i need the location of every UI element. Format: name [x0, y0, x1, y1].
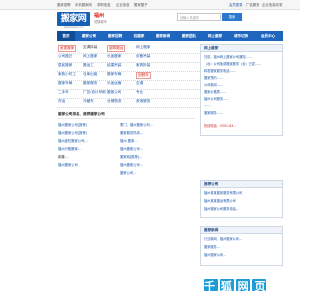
nav-teams[interactable]: 搬家团队: [177, 31, 201, 41]
notice-line[interactable]: 搬家价格表……: [204, 89, 282, 94]
search-input[interactable]: 请输入关键字: [177, 13, 221, 21]
city-switch-link[interactable]: 切换城市: [94, 19, 107, 24]
recommend-line[interactable]: 福州搬家公司服务电话…: [204, 206, 282, 211]
ad-link[interactable]: 广告服务: [246, 2, 260, 7]
site-logo[interactable]: 搬家网: [57, 12, 90, 26]
category-link[interactable]: 货运: [58, 99, 65, 104]
news-line[interactable]: 福州搬家公司…: [204, 252, 282, 257]
recommend-box: 推荐公司 福州某某搬家服务有限公司 福州某某搬运有限公司 福州搬家公司服务电话…: [200, 180, 283, 218]
left-col-line[interactable]: 新疆…: [58, 154, 118, 159]
left-col-line[interactable]: 福州搬家公司[推荐]: [58, 122, 118, 127]
category-link[interactable]: 仓储物流: [107, 99, 121, 104]
notice-line[interactable]: 搬家服务……: [204, 110, 282, 115]
nav-online[interactable]: 网上搬家: [203, 31, 227, 41]
hot-phone: 热线电话：0591-83…: [204, 124, 237, 128]
category-link[interactable]: 设备吊装: [136, 54, 150, 59]
nav-jobs[interactable]: 搬家招聘: [103, 31, 127, 41]
mid-col-line[interactable]: 搬家网[推荐]…: [120, 154, 196, 159]
category-link[interactable]: 二手车: [58, 90, 69, 95]
mid-col-line[interactable]: 福州 搬家…: [120, 138, 196, 143]
category-link[interactable]: 搬运工: [83, 63, 94, 68]
category-link[interactable]: 网上搬家: [83, 54, 97, 59]
logo-url: www.banjia.com: [63, 26, 84, 29]
notice-line[interactable]: 福州公司服务……: [204, 96, 282, 101]
mid-col-line[interactable]: 福州搬家公司…: [120, 146, 196, 151]
mid-col-line[interactable]: 福州搬家公司…: [120, 162, 196, 167]
nav-member[interactable]: 会员中心: [255, 31, 281, 41]
top-link[interactable]: 手机搬家网: [75, 2, 92, 7]
notice-box: 网上搬家 日前，福州网上搬家公司通知…… （台）公司免费搬家服务（台）已发…… …: [200, 44, 283, 136]
notice-line[interactable]: 公司新闻……: [204, 82, 282, 87]
category-link[interactable]: 钢琴搬运: [107, 44, 126, 52]
category-link[interactable]: 搬家车辆: [107, 72, 121, 77]
recommend-line[interactable]: 福州某某搬运有限公司: [204, 198, 282, 203]
left-col-line[interactable]: 福州搬家公司[推荐]: [58, 130, 118, 135]
category-link[interactable]: 起重吊装: [107, 63, 121, 68]
left-col-title: 搬家公司排名、推荐搬家公司: [58, 112, 105, 116]
search-button[interactable]: 搜索: [222, 13, 242, 21]
watermark-text: 千 狐 网 页: [204, 280, 267, 293]
top-bar: 搬家招聘 手机搬家网 求职信息 企业信息 搬家圈子 会员登录 广告服务 企业信息…: [0, 0, 300, 10]
category-link[interactable]: 仓库出租: [83, 72, 97, 77]
top-link[interactable]: 搬家招聘: [57, 2, 71, 7]
left-col-line[interactable]: 福州搬家公司: [58, 162, 118, 167]
nav-companies[interactable]: 搬家公司: [77, 31, 101, 41]
category-link[interactable]: 其他服务: [136, 99, 150, 104]
category-link[interactable]: 广告/设计印刷: [83, 90, 106, 95]
category-link[interactable]: 家居搬家: [58, 44, 77, 52]
category-link[interactable]: 空调: [136, 81, 143, 86]
category-link[interactable]: 专业: [136, 90, 143, 95]
notice-line[interactable]: （台）公司免费搬家服务（台）已发……: [204, 61, 282, 66]
nav-city[interactable]: 城市切换: [229, 31, 253, 41]
notice-line[interactable]: 日前，福州网上搬家公司通知……: [204, 54, 282, 59]
category-link[interactable]: 网上搬家: [136, 45, 150, 50]
news-box: 搬家新闻 行业新闻、福州搬家公司… 搬家服务… 福州搬家公司…: [200, 226, 283, 266]
category-link[interactable]: 冷藏车: [83, 99, 94, 104]
notice-line[interactable]: 搬家预约……: [204, 75, 282, 80]
news-title: 搬家新闻: [201, 227, 282, 234]
mid-col-line[interactable]: 厦门、福州搬家公司…: [120, 122, 196, 127]
main-nav: 首页 搬家公司 搬家招聘 找搬家 搬家新闻 搬家团队 网上搬家 城市切换 会员中…: [57, 31, 283, 41]
notice-line[interactable]: ……: [204, 103, 282, 107]
left-col-line[interactable]: 福州兴隆搬家…: [58, 146, 118, 151]
mid-col-line[interactable]: 搬家服务热线…: [120, 130, 196, 135]
category-link[interactable]: 空调拆装: [83, 45, 97, 50]
category-row: 货运 冷藏车 仓储物流 其他服务: [57, 98, 212, 108]
top-link[interactable]: 求职信息: [97, 2, 111, 7]
category-link[interactable]: 搬家车辆: [58, 81, 72, 86]
top-link[interactable]: 企业信息: [116, 2, 130, 7]
category-link[interactable]: 长途运输: [107, 81, 121, 86]
category-link[interactable]: 家政小时工: [58, 72, 76, 77]
category-link[interactable]: 居民搬家: [58, 63, 72, 68]
category-link[interactable]: 公司搬迁: [58, 54, 72, 59]
news-line[interactable]: 行业新闻、福州搬家公司…: [204, 236, 282, 241]
category-link[interactable]: 回程车: [136, 71, 151, 79]
recommend-line[interactable]: 福州某某搬家服务有限公司: [204, 190, 282, 195]
watermark: 千 狐 网 页: [194, 270, 300, 300]
mid-col-line[interactable]: 搬家公司…: [120, 170, 196, 175]
nav-find[interactable]: 找搬家: [129, 31, 149, 41]
current-city: 福州: [94, 13, 105, 19]
divider: [57, 118, 195, 119]
news-line[interactable]: 搬家服务…: [204, 244, 282, 249]
login-link[interactable]: 会员登录: [229, 2, 243, 7]
recommend-title: 推荐公司: [201, 181, 282, 188]
notice-box-title: 网上搬家: [201, 45, 282, 52]
left-col-line[interactable]: 福州鑫旺搬家公司…: [58, 138, 118, 143]
top-link[interactable]: 搬家圈子: [134, 2, 148, 7]
notice-line[interactable]: 转发搬家服务电话……: [204, 68, 282, 73]
nav-home[interactable]: 首页: [57, 31, 75, 41]
category-link[interactable]: 搬家服务: [83, 81, 97, 86]
category-link[interactable]: 长途搬家: [107, 54, 121, 59]
category-link[interactable]: 搬家公司: [107, 90, 121, 95]
category-link[interactable]: 家具拆装: [136, 63, 150, 68]
nav-news[interactable]: 搬家新闻: [151, 31, 175, 41]
submit-link[interactable]: 企业信息收录: [262, 2, 282, 7]
